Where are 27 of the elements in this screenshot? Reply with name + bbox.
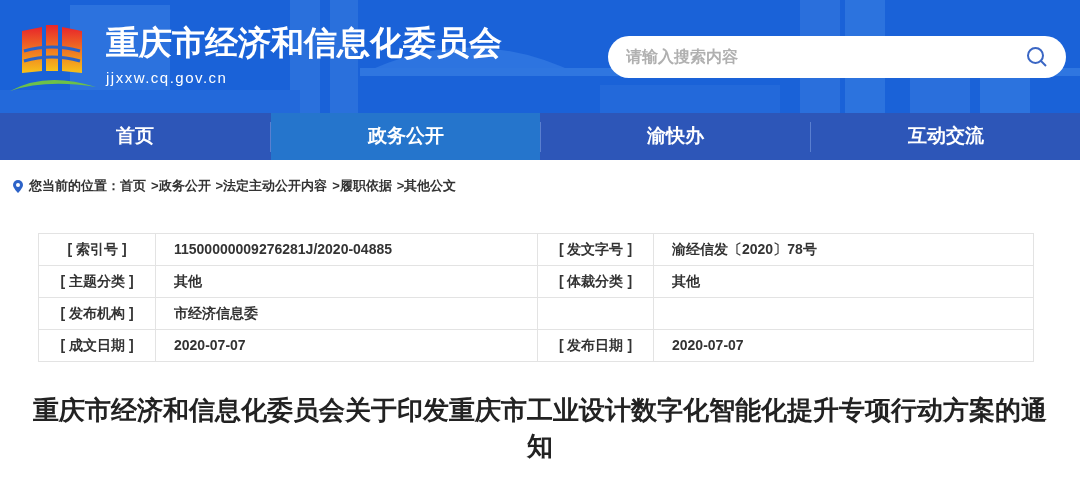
breadcrumb-link[interactable]: >履职依据 [332,176,392,196]
table-cell: 其他 [155,265,538,298]
table-cell: 其他 [653,265,1034,298]
table-cell: 市经济信息委 [155,297,538,330]
breadcrumb-link[interactable]: 首页 [120,176,146,196]
table-cell: [ 发布机构 ] [38,297,156,330]
location-pin-icon [13,179,23,193]
table-cell: [ 体裁分类 ] [537,265,654,298]
article-title: 重庆市经济和信息化委员会关于印发重庆市工业设计数字化智能化提升专项行动方案的通知 [32,394,1048,463]
table-cell: [ 主题分类 ] [38,265,156,298]
table-cell: [ 发布日期 ] [537,329,654,362]
breadcrumb-label: 您当前的位置： [29,177,120,196]
table-cell: [ 索引号 ] [38,233,156,266]
site-domain: jjxxw.cq.gov.cn [106,68,229,89]
breadcrumb-link[interactable]: >政务公开 [151,176,211,196]
table-cell: 2020-07-07 [155,329,538,362]
search-icon[interactable] [1026,45,1048,68]
table-cell: [ 成文日期 ] [38,329,156,362]
table-cell: 11500000009276281J/2020-04885 [155,233,538,266]
table-cell: [ 发文字号 ] [537,233,654,266]
nav-tab[interactable]: 政务公开 [271,113,540,160]
table-cell: 渝经信发〔2020〕78号 [653,233,1034,266]
table-cell: 2020-07-07 [653,329,1034,362]
search-field[interactable]: 请输入搜索内容 [608,35,1066,78]
breadcrumb-link[interactable]: >法定主动公开内容 [215,176,328,196]
site-name: 重庆市经济和信息化委员会 [106,23,502,64]
breadcrumb-link[interactable]: >其他公文 [396,176,457,196]
